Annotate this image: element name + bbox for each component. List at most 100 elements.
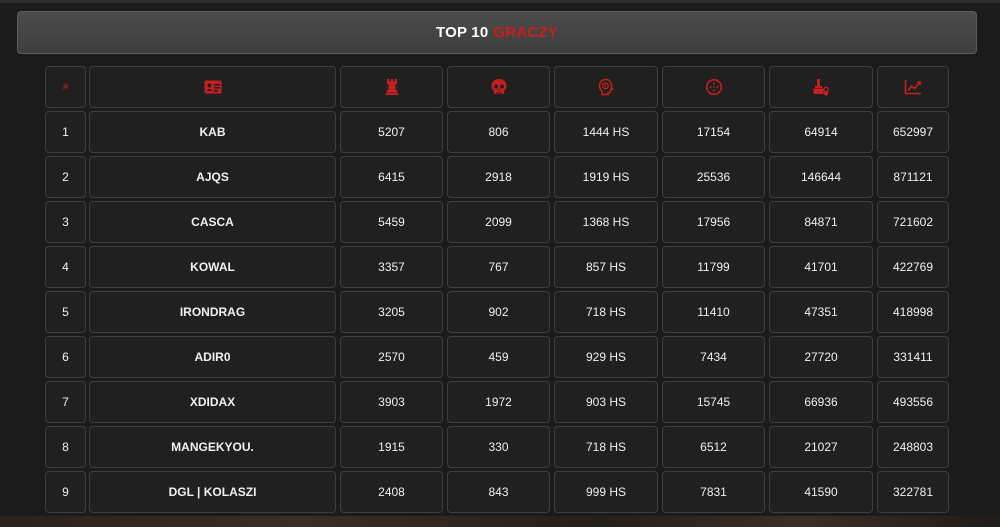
table-cell-deaths: 767 <box>447 246 550 288</box>
table-cell-rank: 3 <box>45 201 86 243</box>
shots-value: 17956 <box>696 215 731 229</box>
shots-value: 25536 <box>696 170 731 184</box>
table-cell-shots: 11410 <box>662 291 765 333</box>
damage-value: 721602 <box>892 215 934 229</box>
title-players: GRACZY <box>493 24 558 41</box>
hits-value: 66936 <box>804 395 838 409</box>
deaths-value: 902 <box>488 305 509 319</box>
table-cell-shots: 17956 <box>662 201 765 243</box>
table-cell-hs: 1919 HS <box>554 156 658 198</box>
hits-value: 64914 <box>804 125 838 139</box>
damage-value: 331411 <box>893 350 933 364</box>
damage-value: 493556 <box>892 395 934 409</box>
deaths-value: 2099 <box>485 215 512 229</box>
table-cell-shots: 17154 <box>662 111 765 153</box>
top-edge <box>0 0 1000 3</box>
table-cell-name: XDIDAX <box>89 381 336 423</box>
column-header-rank: # <box>45 66 86 108</box>
table-cell-damage: 248803 <box>877 426 949 468</box>
table-cell-hs: 718 HS <box>554 291 658 333</box>
kills-value: 6415 <box>378 170 405 184</box>
name-value: DGL | KOLASZI <box>168 485 257 499</box>
table-cell-hs: 1444 HS <box>554 111 658 153</box>
column-header-name <box>89 66 336 108</box>
table-cell-kills: 6415 <box>340 156 443 198</box>
hs-value: 718 HS <box>585 305 627 319</box>
table-cell-hs: 929 HS <box>554 336 658 378</box>
table-cell-name: DGL | KOLASZI <box>89 471 336 513</box>
table-cell-shots: 7434 <box>662 336 765 378</box>
skull-icon <box>490 78 508 96</box>
table-cell-hits: 64914 <box>769 111 873 153</box>
kills-value: 2570 <box>378 350 405 364</box>
kills-value: 3205 <box>378 305 405 319</box>
deaths-value: 2918 <box>485 170 512 184</box>
table-cell-shots: 7831 <box>662 471 765 513</box>
table-cell-hits: 41590 <box>769 471 873 513</box>
damage-value: 418998 <box>892 305 934 319</box>
table-cell-kills: 2408 <box>340 471 443 513</box>
table-cell-hs: 718 HS <box>554 426 658 468</box>
table-cell-deaths: 2918 <box>447 156 550 198</box>
column-header-shots <box>662 66 765 108</box>
table-cell-damage: 652997 <box>877 111 949 153</box>
deaths-value: 843 <box>488 485 509 499</box>
table-cell-kills: 1915 <box>340 426 443 468</box>
table-cell-hits: 47351 <box>769 291 873 333</box>
rank-value: 6 <box>62 350 69 364</box>
hs-value: 1444 HS <box>582 125 630 139</box>
table-cell-shots: 6512 <box>662 426 765 468</box>
background-image-strip <box>0 516 1000 527</box>
table-cell-damage: 493556 <box>877 381 949 423</box>
table-cell-name: CASCA <box>89 201 336 243</box>
table-cell-rank: 6 <box>45 336 86 378</box>
rank-value: 7 <box>62 395 69 409</box>
table-cell-kills: 2570 <box>340 336 443 378</box>
rank-header-label: # <box>62 81 69 93</box>
hs-value: 903 HS <box>585 395 627 409</box>
kills-value: 1915 <box>378 440 405 454</box>
hs-value: 929 HS <box>585 350 627 364</box>
leaderboard-title-bar: TOP 10 GRACZY <box>17 11 977 54</box>
table-cell-name: IRONDRAG <box>89 291 336 333</box>
table-cell-kills: 3357 <box>340 246 443 288</box>
column-header-hs <box>554 66 658 108</box>
table-cell-hits: 27720 <box>769 336 873 378</box>
damage-value: 322781 <box>892 485 934 499</box>
rank-value: 3 <box>62 215 69 229</box>
table-cell-hs: 999 HS <box>554 471 658 513</box>
deaths-value: 459 <box>488 350 509 364</box>
table-cell-deaths: 806 <box>447 111 550 153</box>
table-cell-rank: 4 <box>45 246 86 288</box>
table-cell-rank: 8 <box>45 426 86 468</box>
table-cell-damage: 418998 <box>877 291 949 333</box>
table-cell-shots: 15745 <box>662 381 765 423</box>
damage-value: 871121 <box>893 170 933 184</box>
shots-value: 7434 <box>700 350 727 364</box>
id-card-icon <box>204 80 222 94</box>
name-value: KAB <box>199 125 226 139</box>
chess-rook-icon <box>385 78 399 96</box>
deaths-value: 806 <box>488 125 509 139</box>
rank-value: 8 <box>62 440 69 454</box>
title-top10: TOP 10 <box>436 24 489 41</box>
name-value: CASCA <box>191 215 234 229</box>
table-cell-damage: 331411 <box>877 336 949 378</box>
table-cell-hits: 146644 <box>769 156 873 198</box>
hits-value: 84871 <box>804 215 838 229</box>
shots-value: 17154 <box>696 125 731 139</box>
name-value: AJQS <box>196 170 229 184</box>
table-cell-name: MANGEKYOU. <box>89 426 336 468</box>
table-cell-rank: 9 <box>45 471 86 513</box>
table-cell-damage: 322781 <box>877 471 949 513</box>
deaths-value: 767 <box>488 260 509 274</box>
table-cell-hits: 41701 <box>769 246 873 288</box>
shots-value: 6512 <box>700 440 727 454</box>
crosshair-icon <box>705 78 723 96</box>
table-cell-shots: 25536 <box>662 156 765 198</box>
hits-value: 47351 <box>804 305 838 319</box>
table-cell-kills: 3903 <box>340 381 443 423</box>
table-cell-kills: 5459 <box>340 201 443 243</box>
table-cell-name: ADIR0 <box>89 336 336 378</box>
table-cell-hs: 903 HS <box>554 381 658 423</box>
